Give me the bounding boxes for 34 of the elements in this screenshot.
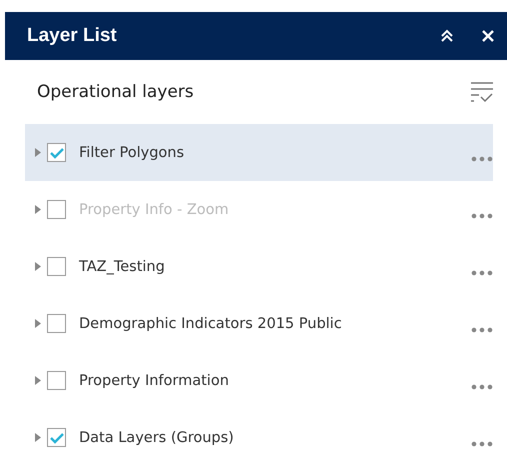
collapse-icon[interactable] bbox=[439, 28, 455, 44]
checkbox[interactable] bbox=[47, 143, 66, 162]
layer-row[interactable]: TAZ_Testing bbox=[25, 238, 493, 295]
layer-name: Data Layers (Groups) bbox=[79, 430, 235, 446]
expand-icon[interactable] bbox=[35, 433, 41, 442]
more-icon[interactable] bbox=[471, 156, 493, 162]
more-icon[interactable] bbox=[471, 212, 493, 218]
window-title: Layer List bbox=[27, 25, 118, 47]
expand-icon[interactable] bbox=[35, 319, 41, 328]
layer-name: Property Information bbox=[79, 372, 230, 388]
expand-icon[interactable] bbox=[35, 376, 41, 385]
section-title: Operational layers bbox=[37, 82, 194, 102]
checkbox[interactable] bbox=[47, 200, 66, 219]
more-icon[interactable] bbox=[471, 384, 493, 390]
more-icon[interactable] bbox=[471, 270, 493, 276]
layer-name: Demographic Indicators 2015 Public bbox=[79, 316, 343, 332]
checkbox[interactable] bbox=[47, 371, 66, 390]
layer-row[interactable]: Demographic Indicators 2015 Public bbox=[25, 295, 493, 352]
checkbox[interactable] bbox=[47, 314, 66, 333]
layer-name: Property Info - Zoom bbox=[79, 202, 230, 218]
expand-icon[interactable] bbox=[35, 148, 41, 157]
more-icon[interactable] bbox=[471, 326, 493, 332]
layer-name: TAZ_Testing bbox=[79, 258, 166, 274]
more-icon[interactable] bbox=[471, 440, 493, 446]
layer-row[interactable]: Data Layers (Groups) bbox=[25, 409, 493, 457]
layer-row[interactable]: Property Information bbox=[25, 352, 493, 409]
filter-list-icon[interactable] bbox=[469, 80, 495, 104]
layer-name: Filter Polygons bbox=[79, 144, 186, 160]
checkbox[interactable] bbox=[47, 257, 66, 276]
expand-icon[interactable] bbox=[35, 205, 41, 214]
close-icon[interactable] bbox=[481, 29, 495, 43]
checkbox[interactable] bbox=[47, 428, 66, 447]
layer-row[interactable]: Filter Polygons bbox=[25, 124, 493, 181]
expand-icon[interactable] bbox=[35, 262, 41, 271]
